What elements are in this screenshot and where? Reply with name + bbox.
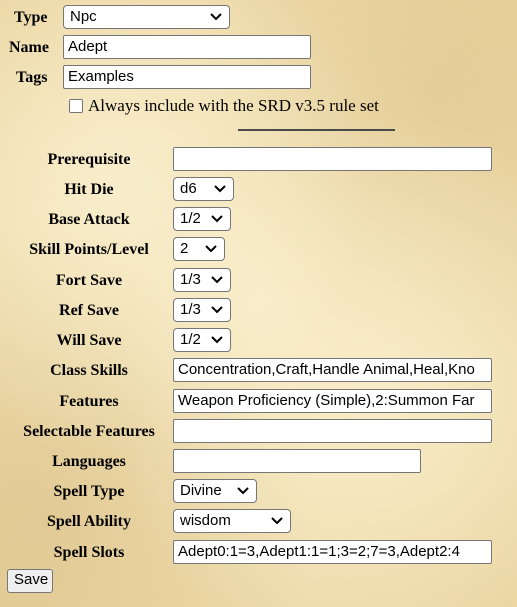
srd-checkbox[interactable] bbox=[69, 99, 83, 113]
skill-points-value: 2 bbox=[180, 240, 189, 257]
class-skills-label: Class Skills bbox=[50, 362, 128, 379]
chevron-down-icon bbox=[210, 13, 222, 21]
prerequisite-input[interactable] bbox=[173, 147, 492, 171]
ref-save-label: Ref Save bbox=[59, 302, 119, 319]
tags-label: Tags bbox=[16, 69, 48, 86]
chevron-down-icon bbox=[211, 336, 223, 344]
srd-checkbox-label: Always include with the SRD v3.5 rule se… bbox=[88, 96, 379, 115]
chevron-down-icon bbox=[271, 517, 283, 525]
chevron-down-icon bbox=[211, 306, 223, 314]
will-save-select[interactable]: 1/2 bbox=[173, 328, 231, 352]
chevron-down-icon bbox=[211, 276, 223, 284]
prerequisite-label: Prerequisite bbox=[47, 151, 131, 168]
type-select-value: Npc bbox=[70, 8, 97, 25]
spell-ability-value: wisdom bbox=[180, 512, 231, 529]
class-skills-input[interactable]: Concentration,Craft,Handle Animal,Heal,K… bbox=[173, 358, 492, 382]
spell-type-select[interactable]: Divine bbox=[173, 479, 257, 503]
will-save-value: 1/2 bbox=[180, 331, 201, 348]
base-attack-label: Base Attack bbox=[48, 211, 130, 228]
spell-ability-label: Spell Ability bbox=[46, 513, 132, 530]
hit-die-label: Hit Die bbox=[64, 181, 114, 198]
type-select[interactable]: Npc bbox=[63, 5, 230, 29]
skill-points-select[interactable]: 2 bbox=[173, 237, 225, 261]
name-input[interactable]: Adept bbox=[63, 35, 311, 59]
skill-points-label: Skill Points/Level bbox=[29, 241, 149, 258]
spell-ability-select[interactable]: wisdom bbox=[173, 509, 291, 533]
ref-save-select[interactable]: 1/3 bbox=[173, 298, 231, 322]
chevron-down-icon bbox=[214, 185, 226, 193]
chevron-down-icon bbox=[211, 215, 223, 223]
tags-input[interactable]: Examples bbox=[63, 65, 311, 89]
spell-type-value: Divine bbox=[180, 482, 222, 499]
features-label: Features bbox=[59, 393, 119, 410]
features-input[interactable]: Weapon Proficiency (Simple),2:Summon Far bbox=[173, 389, 492, 413]
fort-save-select[interactable]: 1/3 bbox=[173, 268, 231, 292]
languages-label: Languages bbox=[52, 453, 126, 470]
ref-save-value: 1/3 bbox=[180, 301, 201, 318]
will-save-label: Will Save bbox=[56, 332, 122, 349]
chevron-down-icon bbox=[205, 245, 217, 253]
base-attack-value: 1/2 bbox=[180, 210, 201, 227]
spell-type-label: Spell Type bbox=[53, 483, 125, 500]
chevron-down-icon bbox=[237, 487, 249, 495]
fort-save-value: 1/3 bbox=[180, 271, 201, 288]
base-attack-select[interactable]: 1/2 bbox=[173, 207, 231, 231]
spell-slots-input[interactable]: Adept0:1=3,Adept1:1=1;3=2;7=3,Adept2:4 bbox=[173, 540, 492, 564]
type-label: Type bbox=[14, 9, 48, 26]
save-button[interactable]: Save bbox=[7, 569, 53, 593]
fort-save-label: Fort Save bbox=[55, 272, 123, 289]
hit-die-value: d6 bbox=[180, 180, 197, 197]
selectable-features-input[interactable] bbox=[173, 419, 492, 443]
hit-die-select[interactable]: d6 bbox=[173, 177, 234, 201]
selectable-features-label: Selectable Features bbox=[23, 423, 155, 440]
languages-input[interactable] bbox=[173, 449, 421, 473]
name-label: Name bbox=[9, 39, 49, 56]
spell-slots-label: Spell Slots bbox=[53, 544, 125, 561]
divider bbox=[238, 129, 395, 131]
